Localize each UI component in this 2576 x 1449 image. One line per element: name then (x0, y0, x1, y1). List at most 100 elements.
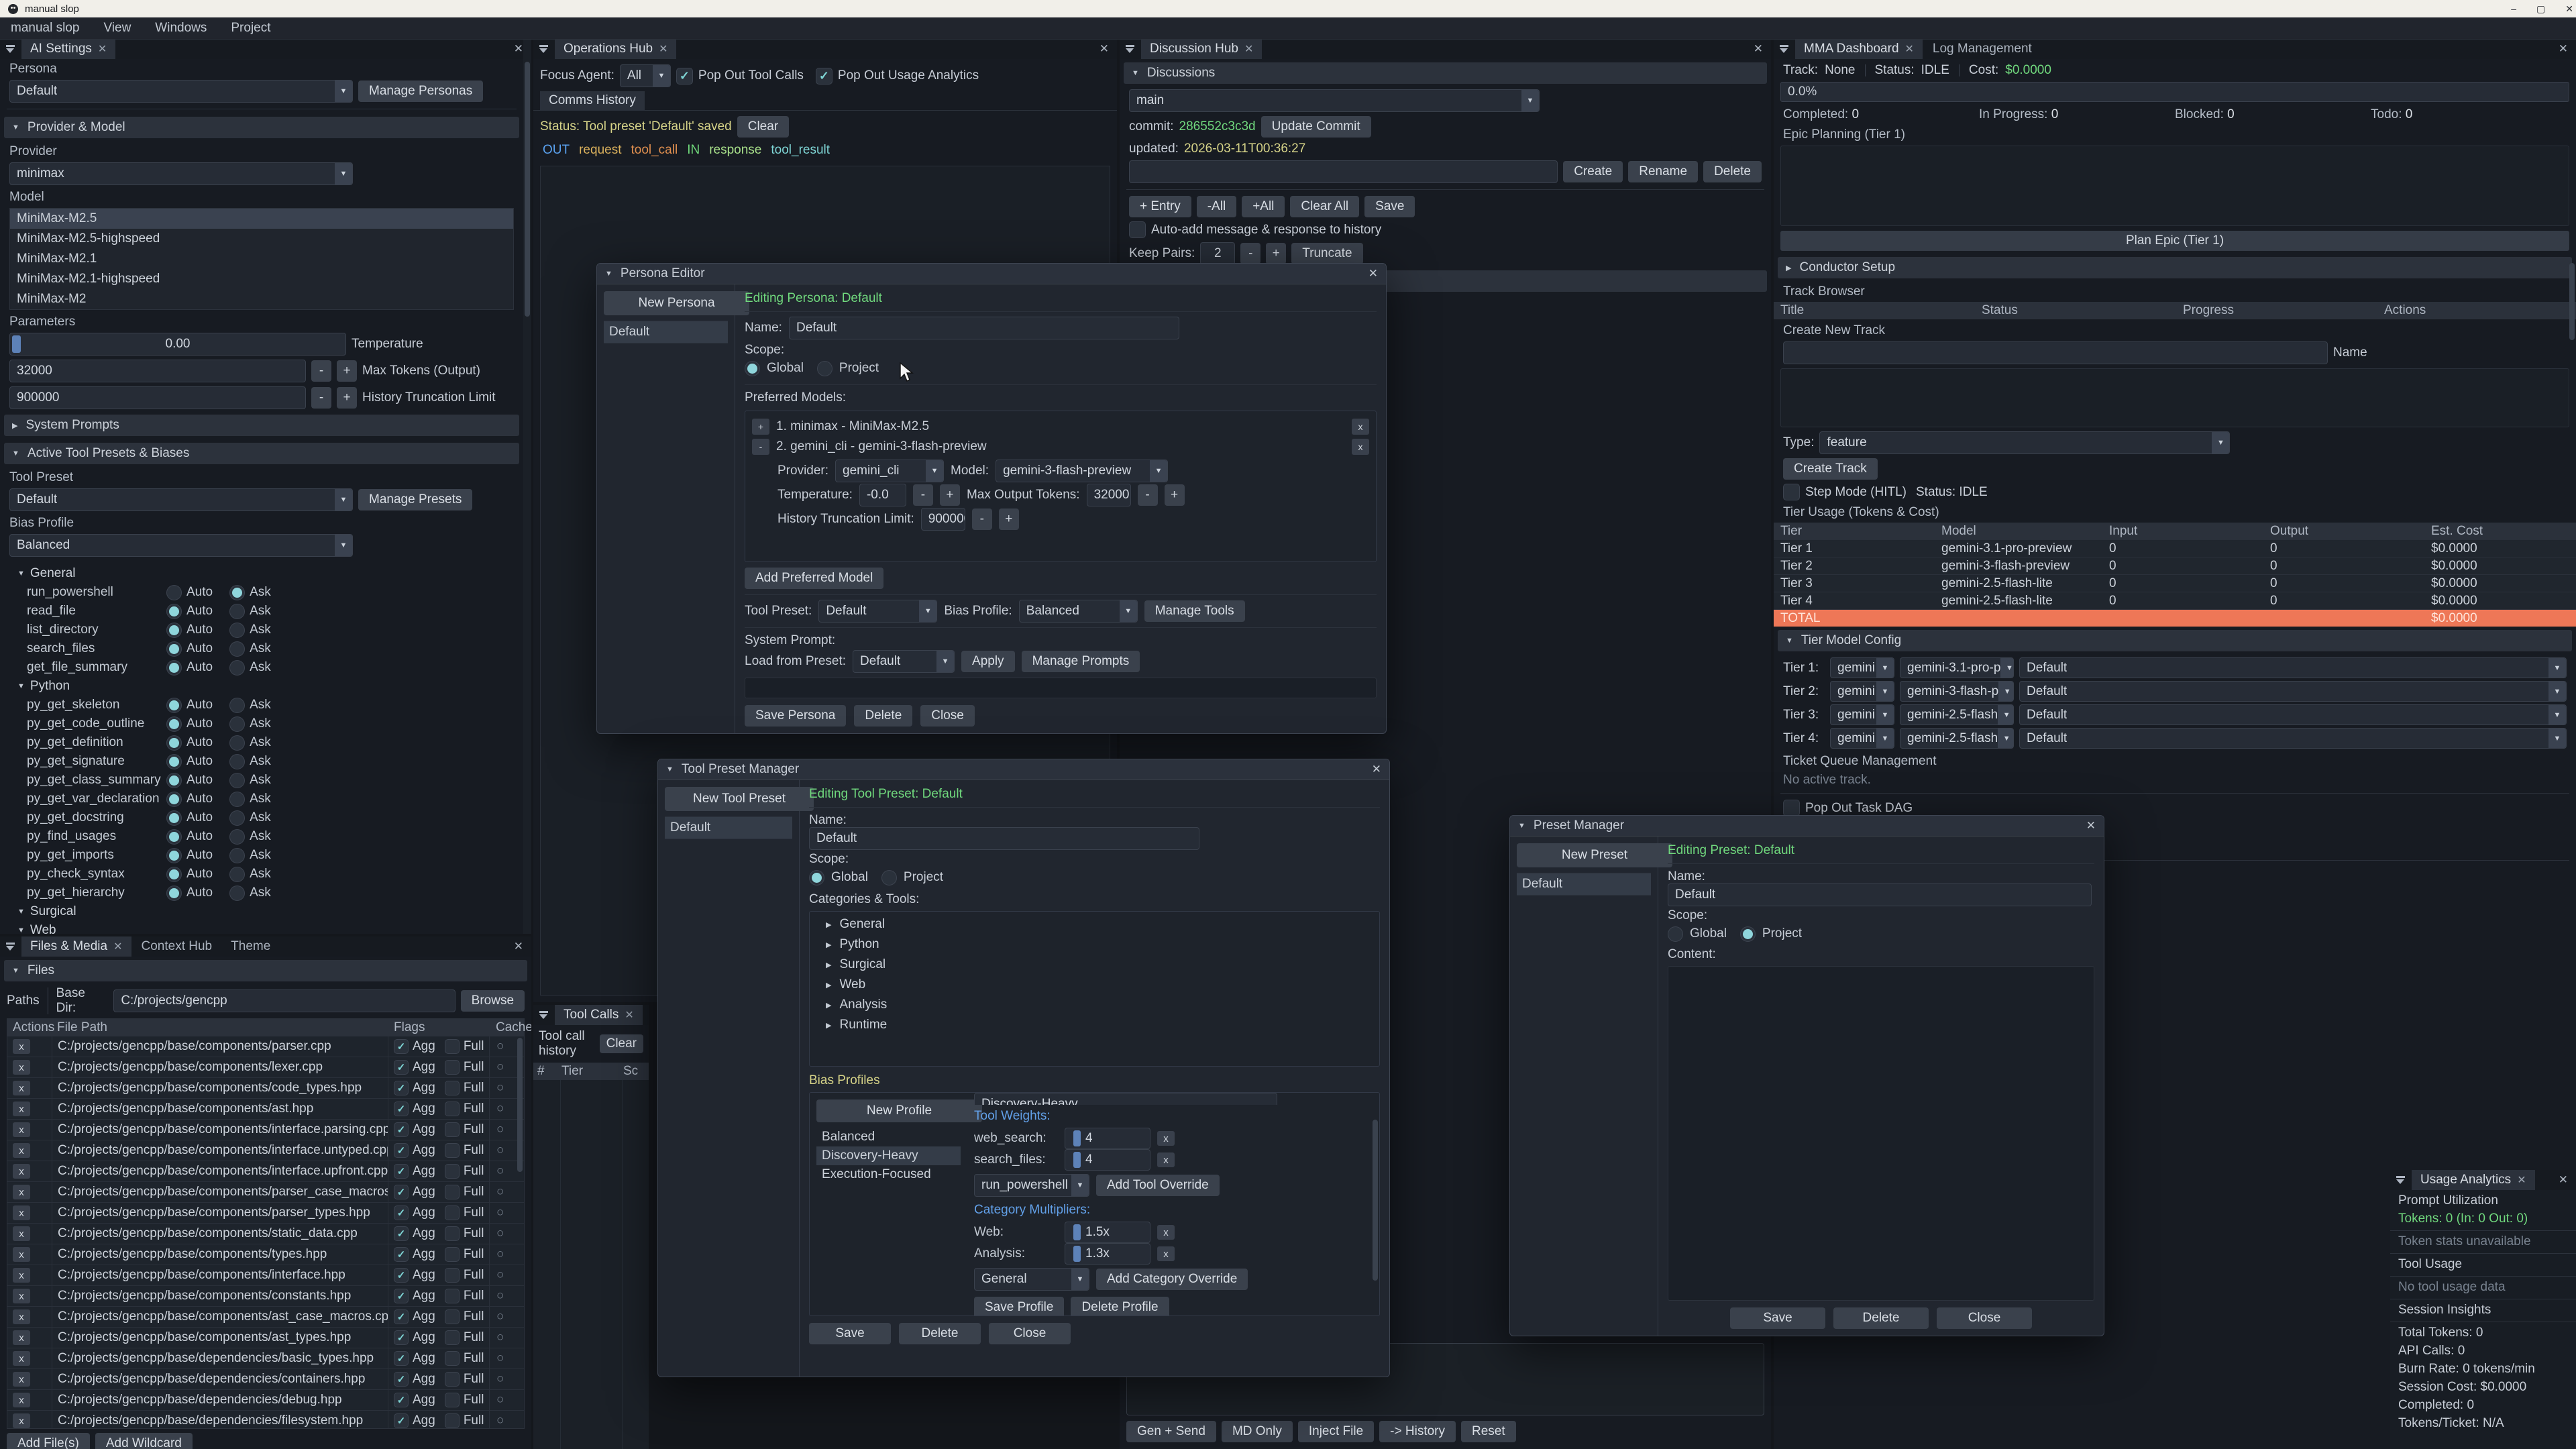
remove-file-button[interactable]: x (13, 1060, 30, 1075)
remove-file-button[interactable]: x (13, 1351, 30, 1366)
ask-radio[interactable] (229, 829, 245, 845)
auto-radio[interactable] (166, 698, 182, 713)
discussion-name-input[interactable] (1129, 160, 1558, 183)
track-description-textarea[interactable] (1780, 368, 2569, 427)
add-tool-override-button[interactable]: Add Tool Override (1096, 1175, 1220, 1196)
scope-global-radio[interactable] (745, 361, 760, 376)
auto-radio[interactable] (166, 848, 182, 863)
ask-radio[interactable] (229, 623, 245, 638)
composer-button[interactable]: Reset (1461, 1421, 1516, 1442)
agg-checkbox[interactable]: ✓ (394, 1039, 409, 1054)
full-checkbox[interactable]: ✓ (445, 1039, 460, 1054)
focus-agent-select[interactable]: All ▼ (620, 64, 671, 87)
tpm-scope-project-radio[interactable] (881, 870, 897, 885)
panel-menu-icon[interactable] (0, 39, 20, 59)
menu-item[interactable]: Windows (155, 21, 207, 36)
weight-slider[interactable]: 4 (1065, 1149, 1150, 1171)
remove-file-button[interactable]: x (13, 1081, 30, 1095)
auto-radio[interactable] (166, 604, 182, 619)
profile-name-input[interactable]: Discovery-Heavy (974, 1093, 1277, 1105)
composer-button[interactable]: Gen + Send (1126, 1421, 1216, 1442)
full-checkbox[interactable]: ✓ (445, 1226, 460, 1241)
full-checkbox[interactable]: ✓ (445, 1185, 460, 1199)
close-window-button[interactable]: ✕ (2565, 3, 2573, 15)
remove-file-button[interactable]: x (13, 1205, 30, 1220)
auto-radio[interactable] (166, 754, 182, 769)
close-dock-icon[interactable]: ✕ (514, 940, 523, 953)
category-row[interactable]: ▶ General (815, 914, 1374, 934)
full-checkbox[interactable]: ✓ (445, 1102, 460, 1116)
composer-button[interactable]: MD Only (1222, 1421, 1293, 1442)
full-checkbox[interactable]: ✓ (445, 1164, 460, 1179)
epic-planning-textarea[interactable] (1780, 146, 2569, 226)
bias-profile-item[interactable]: Balanced (816, 1128, 961, 1146)
remove-file-button[interactable]: x (13, 1226, 30, 1241)
agg-checkbox[interactable]: ✓ (394, 1143, 409, 1158)
add-preferred-model-button[interactable]: Add Preferred Model (745, 568, 883, 589)
close-tool-preset-button[interactable]: Close (989, 1323, 1071, 1344)
ask-radio[interactable] (229, 641, 245, 657)
close-dock-icon[interactable]: ✕ (2559, 1173, 2568, 1187)
menu-item[interactable]: manual slop (11, 21, 79, 36)
tab-context-hub[interactable]: Context Hub (133, 936, 221, 957)
update-commit-button[interactable]: Update Commit (1261, 116, 1371, 138)
keep-pairs-input[interactable]: 2 (1200, 242, 1235, 265)
create-discussion-button[interactable]: Create (1563, 161, 1623, 182)
pe-hist-minus[interactable]: - (972, 508, 992, 530)
system-prompt-textarea[interactable] (745, 678, 1377, 698)
menu-item[interactable]: View (103, 21, 131, 36)
tier-model-config-header[interactable]: ▼ Tier Model Config (1778, 630, 2572, 651)
group-expanded-icon[interactable]: ▼ (17, 926, 25, 934)
step-mode-checkbox[interactable]: ✓ (1783, 484, 1800, 500)
active-tool-presets-section-header[interactable]: ▼ Active Tool Presets & Biases (4, 443, 519, 464)
plan-epic-button[interactable]: Plan Epic (Tier 1) (1780, 231, 2569, 251)
tpm-name-input[interactable]: Default (809, 827, 1199, 850)
close-dock-icon[interactable]: ✕ (1099, 42, 1109, 56)
discussion-select[interactable]: main ▼ (1129, 89, 1540, 112)
ask-radio[interactable] (229, 885, 245, 901)
auto-radio[interactable] (166, 716, 182, 732)
pe-bias-select[interactable]: Balanced▼ (1019, 600, 1138, 623)
category-row[interactable]: ▶ Python (815, 934, 1374, 955)
agg-checkbox[interactable]: ✓ (394, 1102, 409, 1116)
auto-radio[interactable] (166, 810, 182, 826)
provider-model-section-header[interactable]: ▼ Provider & Model (4, 117, 519, 138)
rename-discussion-button[interactable]: Rename (1628, 161, 1698, 182)
model-list-item[interactable]: MiniMax-M2.5 (10, 209, 513, 229)
new-preset-button[interactable]: New Preset (1517, 843, 1672, 867)
clear-status-button[interactable]: Clear (737, 116, 789, 138)
popout-task-dag-checkbox[interactable]: ✓ (1783, 800, 1800, 816)
files-scrollbar[interactable] (516, 1019, 524, 1428)
agg-checkbox[interactable]: ✓ (394, 1164, 409, 1179)
tab-ai-settings[interactable]: AI Settings ✕ (21, 39, 115, 59)
tool-preset-manager-titlebar[interactable]: ▼ Tool Preset Manager ✕ (658, 759, 1389, 780)
bias-profile-item[interactable]: Discovery-Heavy (816, 1146, 961, 1165)
auto-radio[interactable] (166, 735, 182, 751)
remove-file-button[interactable]: x (13, 1309, 30, 1324)
entry-button[interactable]: -All (1197, 196, 1236, 217)
remove-multiplier-button[interactable]: x (1157, 1246, 1175, 1261)
tpm-scope-global-radio[interactable] (809, 870, 824, 885)
keep-pairs-plus-button[interactable]: + (1266, 243, 1286, 264)
history-plus-button[interactable]: + (337, 387, 357, 409)
manage-tools-button[interactable]: Manage Tools (1144, 600, 1245, 622)
tab-theme[interactable]: Theme (222, 936, 279, 957)
composer-button[interactable]: Inject File (1298, 1421, 1374, 1442)
remove-file-button[interactable]: x (13, 1289, 30, 1303)
close-icon[interactable]: ✕ (625, 1008, 633, 1022)
agg-checkbox[interactable]: ✓ (394, 1081, 409, 1095)
full-checkbox[interactable]: ✓ (445, 1122, 460, 1137)
provider-select[interactable]: minimax ▼ (9, 162, 353, 185)
pe-maxout-plus[interactable]: + (1165, 484, 1185, 506)
tier-provider-select[interactable]: gemini▼ (1830, 704, 1894, 725)
auto-radio[interactable] (166, 867, 182, 882)
persona-editor-titlebar[interactable]: ▼ Persona Editor ✕ (597, 264, 1386, 284)
bias-scrollbar[interactable] (1371, 1093, 1379, 1316)
agg-checkbox[interactable]: ✓ (394, 1247, 409, 1262)
category-override-select[interactable]: General▼ (974, 1268, 1089, 1291)
pe-hist-input[interactable]: 900000 (921, 508, 965, 531)
agg-checkbox[interactable]: ✓ (394, 1309, 409, 1324)
tool-preset-list-item[interactable]: Default (665, 816, 792, 839)
tool-calls-list[interactable] (533, 1080, 649, 1449)
pm-scope-global-radio[interactable] (1668, 926, 1683, 942)
